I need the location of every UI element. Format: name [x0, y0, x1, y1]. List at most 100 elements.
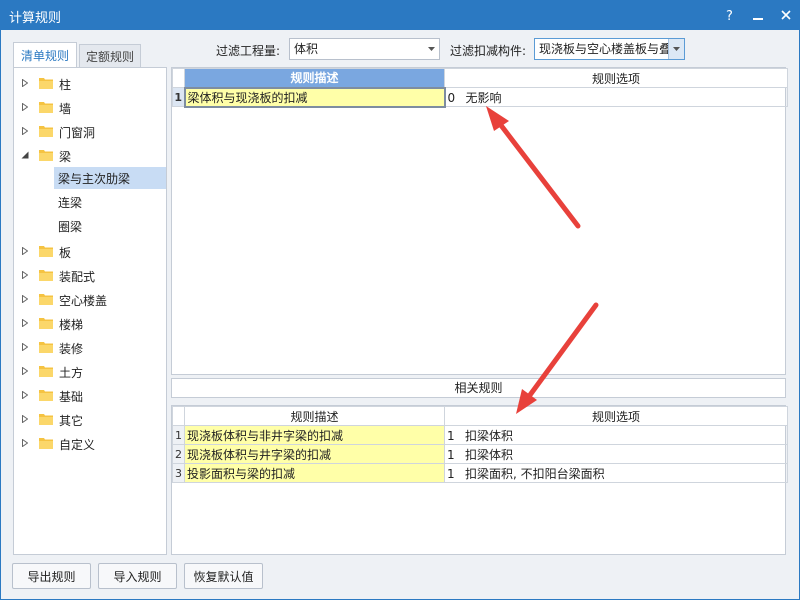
row-index: 1	[172, 87, 185, 107]
collapse-arrow-icon[interactable]	[20, 144, 30, 166]
row-index: 1	[172, 425, 185, 445]
filter-component-select[interactable]: 现浇板与空心楼盖板与叠	[534, 38, 685, 60]
column-header-option[interactable]: 规则选项	[444, 68, 788, 88]
restore-defaults-button[interactable]: 恢复默认值	[184, 563, 263, 589]
chevron-down-icon	[668, 39, 684, 59]
folder-icon	[39, 318, 53, 329]
table-row[interactable]: 1 梁体积与现浇板的扣减 0 无影响	[172, 86, 788, 108]
row-index: 2	[172, 444, 185, 464]
tree-item-label: 空心楼盖	[59, 294, 108, 308]
close-button[interactable]	[772, 0, 800, 30]
tree-item-label: 梁	[59, 150, 72, 164]
folder-icon	[39, 366, 53, 377]
rule-description-cell[interactable]: 现浇板体积与非井字梁的扣减	[184, 425, 445, 445]
tab-quota-rules[interactable]: 定额规则	[79, 44, 141, 68]
folder-icon	[39, 246, 53, 257]
tree-item-hollow-floor[interactable]: 空心楼盖	[14, 288, 166, 310]
tree-item-prefab[interactable]: 装配式	[14, 264, 166, 286]
related-rules-header: 相关规则	[171, 378, 786, 398]
rules-grid: 规则描述 规则选项 1 梁体积与现浇板的扣减 0 无影响	[171, 67, 788, 375]
minimize-button[interactable]	[744, 0, 772, 30]
tree-item-column[interactable]: 柱	[14, 72, 166, 94]
column-header-description[interactable]: 规则描述	[184, 68, 445, 88]
window-title: 计算规则	[9, 11, 62, 26]
rule-option-code: 1	[447, 428, 455, 443]
tree-item-label: 墙	[59, 102, 72, 116]
tree-item-beam[interactable]: 梁	[14, 144, 166, 166]
rule-option-text: 扣梁体积	[465, 447, 514, 462]
tree-item-earthwork[interactable]: 土方	[14, 360, 166, 382]
filter-component-label: 过滤扣减构件:	[450, 44, 527, 58]
folder-icon	[39, 126, 53, 137]
rule-option-code: 0	[447, 90, 456, 105]
expand-arrow-icon[interactable]	[20, 432, 30, 454]
folder-icon	[39, 150, 53, 161]
expand-arrow-icon[interactable]	[20, 288, 30, 310]
chevron-down-icon	[423, 39, 439, 59]
rule-option-cell[interactable]: 0 无影响	[444, 87, 788, 107]
tree-item-label: 装配式	[59, 270, 96, 284]
filter-quantity-select[interactable]: 体积	[289, 38, 440, 60]
tree-item-label: 门窗洞	[59, 126, 96, 140]
column-header-description[interactable]: 规则描述	[184, 406, 445, 426]
rule-option-cell[interactable]: 1 扣梁体积	[444, 444, 788, 464]
rule-option-code: 1	[447, 466, 455, 481]
table-row[interactable]: 2 现浇板体积与井字梁的扣减 1 扣梁体积	[172, 444, 788, 464]
tree-item-foundation[interactable]: 基础	[14, 384, 166, 406]
folder-icon	[39, 78, 53, 89]
expand-arrow-icon[interactable]	[20, 240, 30, 262]
tree-item-decoration[interactable]: 装修	[14, 336, 166, 358]
folder-icon	[39, 438, 53, 449]
rule-option-cell[interactable]: 1 扣梁体积	[444, 425, 788, 445]
tree-item-wall[interactable]: 墙	[14, 96, 166, 118]
title-bar: 计算规则 ?	[0, 0, 800, 30]
help-button[interactable]: ?	[716, 0, 744, 30]
expand-arrow-icon[interactable]	[20, 96, 30, 118]
tree-item-stairs[interactable]: 楼梯	[14, 312, 166, 334]
table-row[interactable]: 3 投影面积与梁的扣减 1 扣梁面积, 不扣阳台梁面积	[172, 463, 788, 483]
expand-arrow-icon[interactable]	[20, 360, 30, 382]
column-header-option[interactable]: 规则选项	[444, 406, 788, 426]
table-row[interactable]: 1 现浇板体积与非井字梁的扣减 1 扣梁体积	[172, 425, 788, 445]
filter-quantity-label: 过滤工程量:	[216, 44, 281, 58]
related-rules-grid: 规则描述 规则选项 1 现浇板体积与非井字梁的扣减 1 扣梁体积 2 现浇板体积与…	[171, 405, 788, 555]
tree-child-main-secondary-beam[interactable]: 梁与主次肋梁	[54, 167, 166, 189]
tree-item-label: 自定义	[59, 438, 96, 452]
filter-quantity-value: 体积	[294, 42, 319, 56]
rule-description-cell[interactable]: 梁体积与现浇板的扣减	[183, 86, 446, 108]
help-icon: ?	[726, 9, 733, 22]
tree-item-openings[interactable]: 门窗洞	[14, 120, 166, 142]
grid-corner	[172, 68, 185, 88]
tree-item-label: 板	[59, 246, 72, 260]
import-rules-button[interactable]: 导入规则	[98, 563, 177, 589]
expand-arrow-icon[interactable]	[20, 384, 30, 406]
expand-arrow-icon[interactable]	[20, 408, 30, 430]
svg-text:?: ?	[726, 9, 733, 22]
tree-item-label: 土方	[59, 366, 84, 380]
folder-icon	[39, 342, 53, 353]
tree-child-coupling-beam[interactable]: 连梁	[54, 191, 166, 213]
tree-item-custom[interactable]: 自定义	[14, 432, 166, 454]
expand-arrow-icon[interactable]	[20, 120, 30, 142]
rule-option-text: 无影响	[465, 90, 502, 105]
tree-item-label: 柱	[59, 78, 72, 92]
rule-description-cell[interactable]: 现浇板体积与井字梁的扣减	[184, 444, 445, 464]
rule-description-cell[interactable]: 投影面积与梁的扣减	[184, 463, 445, 483]
expand-arrow-icon[interactable]	[20, 312, 30, 334]
folder-icon	[39, 270, 53, 281]
rule-option-cell[interactable]: 1 扣梁面积, 不扣阳台梁面积	[444, 463, 788, 483]
expand-arrow-icon[interactable]	[20, 264, 30, 286]
export-rules-button[interactable]: 导出规则	[12, 563, 91, 589]
filter-component-value: 现浇板与空心楼盖板与叠	[539, 42, 672, 56]
tab-bill-rules[interactable]: 清单规则	[13, 42, 77, 68]
rule-option-text: 扣梁体积	[465, 428, 514, 443]
tree-item-label: 装修	[59, 342, 84, 356]
tree-item-label: 楼梯	[59, 318, 84, 332]
folder-icon	[39, 414, 53, 425]
expand-arrow-icon[interactable]	[20, 72, 30, 94]
folder-icon	[39, 102, 53, 113]
expand-arrow-icon[interactable]	[20, 336, 30, 358]
tree-child-ring-beam[interactable]: 圈梁	[54, 215, 166, 237]
tree-item-other[interactable]: 其它	[14, 408, 166, 430]
tree-item-slab[interactable]: 板	[14, 240, 166, 262]
